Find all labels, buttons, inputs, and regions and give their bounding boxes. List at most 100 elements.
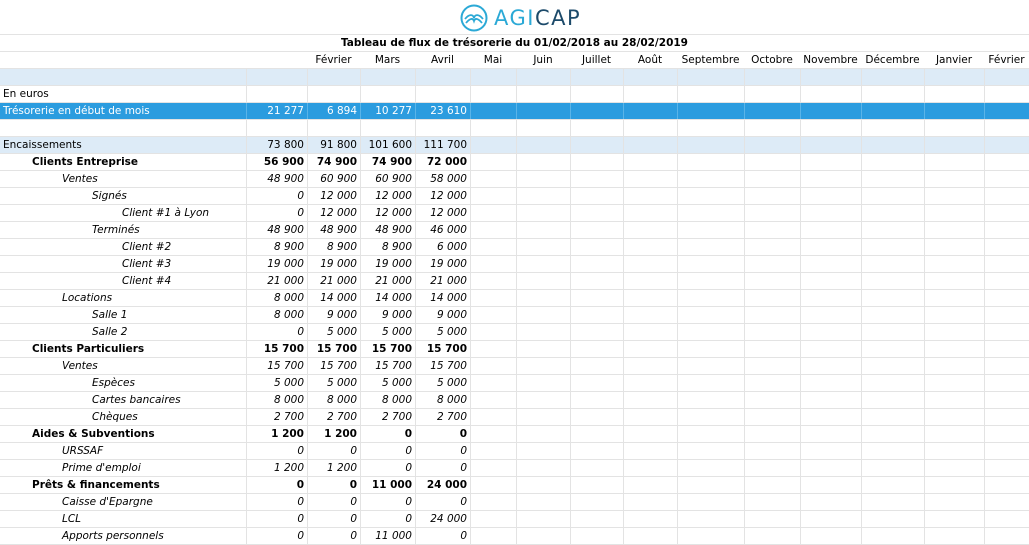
value-cell[interactable] (623, 392, 677, 408)
value-cell[interactable] (861, 528, 924, 544)
value-cell[interactable] (861, 307, 924, 323)
row-label[interactable]: Cartes bancaires (0, 392, 246, 408)
value-cell[interactable]: 21 000 (246, 273, 307, 289)
value-cell[interactable] (677, 290, 744, 306)
value-cell[interactable] (623, 358, 677, 374)
value-cell[interactable] (861, 120, 924, 136)
value-cell[interactable] (800, 324, 861, 340)
value-cell[interactable] (984, 137, 1029, 153)
value-cell[interactable] (800, 256, 861, 272)
value-cell[interactable] (570, 290, 623, 306)
value-cell[interactable] (800, 239, 861, 255)
value-cell[interactable] (984, 256, 1029, 272)
value-cell[interactable] (744, 273, 800, 289)
value-cell[interactable]: 15 700 (360, 341, 415, 357)
value-cell[interactable]: 73 800 (246, 137, 307, 153)
value-cell[interactable] (570, 392, 623, 408)
value-cell[interactable] (800, 120, 861, 136)
value-cell[interactable]: 21 000 (360, 273, 415, 289)
value-cell[interactable] (800, 460, 861, 476)
value-cell[interactable]: 19 000 (307, 256, 360, 272)
value-cell[interactable] (984, 188, 1029, 204)
value-cell[interactable] (800, 392, 861, 408)
value-cell[interactable]: 0 (360, 443, 415, 459)
value-cell[interactable] (744, 171, 800, 187)
row-label[interactable]: Locations (0, 290, 246, 306)
value-cell[interactable]: 2 700 (307, 409, 360, 425)
value-cell[interactable] (570, 69, 623, 85)
value-cell[interactable] (516, 426, 570, 442)
value-cell[interactable] (800, 290, 861, 306)
value-cell[interactable] (570, 205, 623, 221)
value-cell[interactable]: 12 000 (307, 188, 360, 204)
value-cell[interactable] (470, 256, 516, 272)
value-cell[interactable] (677, 358, 744, 374)
value-cell[interactable]: 8 000 (415, 392, 470, 408)
value-cell[interactable] (744, 358, 800, 374)
value-cell[interactable] (924, 511, 984, 527)
value-cell[interactable] (861, 137, 924, 153)
value-cell[interactable]: 5 000 (360, 324, 415, 340)
value-cell[interactable] (677, 154, 744, 170)
value-cell[interactable] (570, 477, 623, 493)
value-cell[interactable]: 2 700 (360, 409, 415, 425)
value-cell[interactable]: 1 200 (246, 460, 307, 476)
value-cell[interactable] (924, 494, 984, 510)
value-cell[interactable] (623, 426, 677, 442)
value-cell[interactable] (360, 86, 415, 102)
value-cell[interactable] (800, 477, 861, 493)
row-label[interactable]: Trésorerie en début de mois (0, 103, 246, 119)
value-cell[interactable]: 5 000 (307, 324, 360, 340)
value-cell[interactable]: 8 000 (360, 392, 415, 408)
value-cell[interactable] (861, 290, 924, 306)
value-cell[interactable] (516, 443, 570, 459)
value-cell[interactable] (516, 511, 570, 527)
value-cell[interactable] (744, 528, 800, 544)
value-cell[interactable] (677, 477, 744, 493)
value-cell[interactable] (924, 528, 984, 544)
value-cell[interactable] (984, 290, 1029, 306)
value-cell[interactable]: 8 000 (246, 392, 307, 408)
value-cell[interactable] (861, 511, 924, 527)
value-cell[interactable] (744, 341, 800, 357)
value-cell[interactable] (470, 103, 516, 119)
value-cell[interactable]: 9 000 (307, 307, 360, 323)
value-cell[interactable] (246, 86, 307, 102)
value-cell[interactable] (470, 307, 516, 323)
value-cell[interactable] (623, 307, 677, 323)
row-label[interactable]: Client #4 (0, 273, 246, 289)
row-label[interactable]: Apports personnels (0, 528, 246, 544)
value-cell[interactable]: 15 700 (246, 341, 307, 357)
value-cell[interactable] (470, 120, 516, 136)
value-cell[interactable]: 0 (246, 511, 307, 527)
value-cell[interactable]: 19 000 (360, 256, 415, 272)
value-cell[interactable] (984, 511, 1029, 527)
row-label[interactable]: Aides & Subventions (0, 426, 246, 442)
value-cell[interactable]: 15 700 (307, 358, 360, 374)
value-cell[interactable]: 9 000 (415, 307, 470, 323)
value-cell[interactable] (516, 120, 570, 136)
value-cell[interactable] (470, 205, 516, 221)
value-cell[interactable] (470, 222, 516, 238)
value-cell[interactable]: 5 000 (360, 375, 415, 391)
value-cell[interactable] (516, 69, 570, 85)
value-cell[interactable] (984, 426, 1029, 442)
value-cell[interactable] (677, 171, 744, 187)
value-cell[interactable] (470, 239, 516, 255)
value-cell[interactable] (984, 86, 1029, 102)
value-cell[interactable] (984, 392, 1029, 408)
value-cell[interactable] (470, 494, 516, 510)
value-cell[interactable] (470, 86, 516, 102)
value-cell[interactable] (984, 171, 1029, 187)
value-cell[interactable] (470, 188, 516, 204)
value-cell[interactable] (470, 273, 516, 289)
value-cell[interactable] (800, 103, 861, 119)
value-cell[interactable]: 74 900 (360, 154, 415, 170)
value-cell[interactable]: 14 000 (307, 290, 360, 306)
value-cell[interactable] (924, 86, 984, 102)
value-cell[interactable]: 0 (360, 494, 415, 510)
value-cell[interactable] (677, 222, 744, 238)
value-cell[interactable] (861, 460, 924, 476)
value-cell[interactable]: 8 000 (246, 307, 307, 323)
value-cell[interactable] (623, 494, 677, 510)
